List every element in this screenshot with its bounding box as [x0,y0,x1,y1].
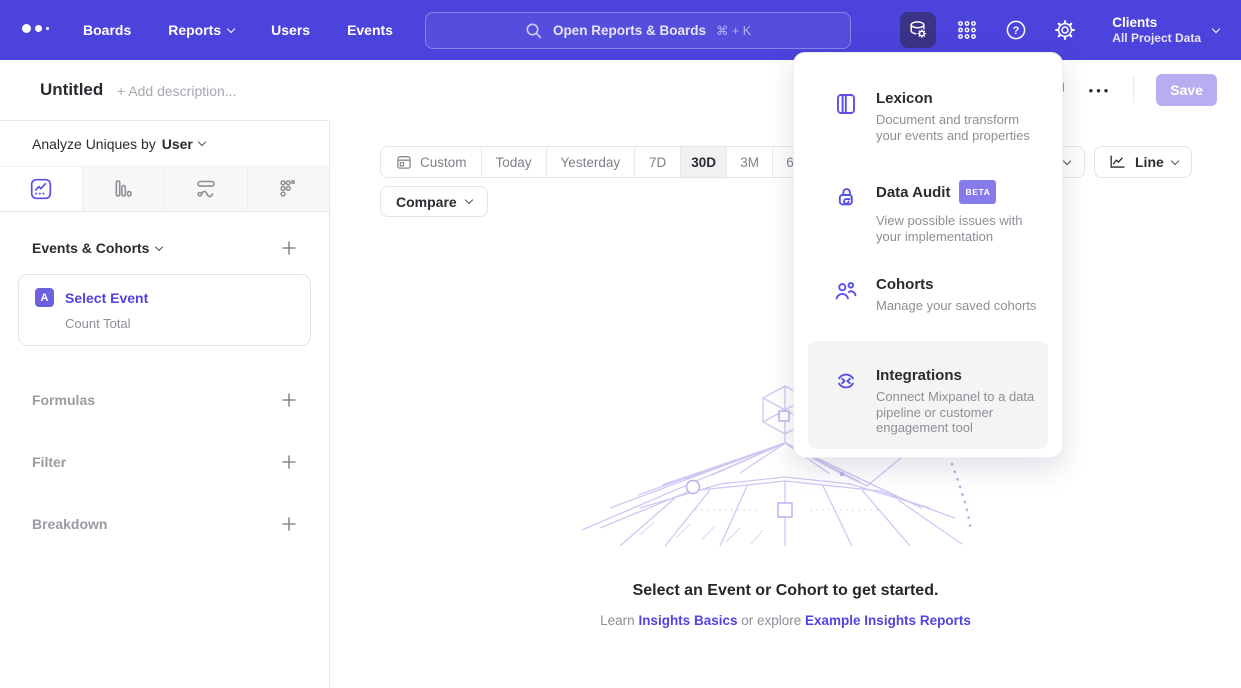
range-today[interactable]: Today [481,147,546,177]
plus-icon [281,392,297,408]
nav-item-users[interactable]: Users [271,22,310,38]
calendar-icon [395,153,413,171]
help-button[interactable]: ? [998,12,1034,48]
help-icon: ? [1004,18,1028,42]
metrics-grid-icon [276,177,300,201]
event-card[interactable]: A Select Event Count Total [18,274,311,346]
add-filter-button[interactable] [281,454,297,470]
nav-item-reports[interactable]: Reports [168,22,234,38]
add-event-button[interactable] [281,240,297,256]
filter-label: Filter [32,454,66,470]
main-menu: Boards Reports Users Events [83,0,393,60]
menu-item-lexicon[interactable]: Lexicon Document and transform your even… [808,89,1048,173]
menu-item-data-audit[interactable]: Data Audit BETA View possible issues wit… [808,180,1048,270]
line-chart-icon [29,177,53,201]
global-search-input[interactable]: Open Reports & Boards ⌘ + K [425,12,851,49]
event-letter-badge: A [35,288,54,307]
analyze-row: Analyze Uniques by User [0,121,329,166]
apps-grid-button[interactable] [949,12,985,48]
range-3m[interactable]: 3M [726,147,772,177]
subtitle-text: or explore [737,613,805,628]
cohorts-people-icon [834,279,858,303]
lexicon-book-icon [834,92,858,116]
empty-state-title: Select an Event or Cohort to get started… [330,582,1241,600]
nav-item-boards[interactable]: Boards [83,22,131,38]
query-builder-sidebar: Analyze Uniques by User [0,120,330,688]
plus-icon [281,516,297,532]
top-nav: Boards Reports Users Events Open Reports… [0,0,1241,60]
menu-item-cohorts[interactable]: Cohorts Manage your saved cohorts [808,275,1048,337]
chevron-down-icon [1212,24,1220,32]
count-total-dropdown[interactable]: Count Total [65,316,294,331]
breakdown-section: Breakdown [0,516,329,532]
analyze-by-dropdown[interactable]: User [162,136,205,152]
subtitle-text: Learn [600,613,638,628]
report-actions: ••• Save [1045,60,1217,120]
add-description-field[interactable]: + Add description... [117,83,236,99]
beta-badge: BETA [959,180,996,204]
events-cohorts-toggle[interactable]: Events & Cohorts [32,240,162,256]
analyze-label: Analyze Uniques by [32,136,156,152]
data-governance-icon [906,18,930,42]
mixpanel-logo[interactable] [22,24,49,33]
data-management-menu: Lexicon Document and transform your even… [793,52,1063,458]
tab-bar-chart[interactable] [82,167,165,211]
nav-right-cluster: ? Clients All Projec [900,0,1241,60]
project-switcher[interactable]: Clients All Project Data [1112,14,1219,46]
chart-type-dropdown[interactable]: Line [1094,146,1192,178]
range-custom[interactable]: Custom [381,147,481,177]
menu-item-integrations[interactable]: Integrations Connect Mixpanel to a data … [808,341,1048,449]
filter-section: Filter [0,454,329,470]
search-placeholder: Open Reports & Boards [553,23,706,38]
chevron-down-icon [155,242,163,250]
tab-line-chart[interactable] [0,167,82,211]
compare-dropdown[interactable]: Compare [380,186,488,217]
data-audit-icon [834,185,858,209]
integrations-sync-icon [834,369,858,393]
chevron-down-icon [198,138,206,146]
range-7d[interactable]: 7D [634,147,680,177]
settings-button[interactable] [1047,12,1083,48]
plus-icon [281,240,297,256]
range-30d[interactable]: 30D [680,147,726,177]
chevron-down-icon [1171,156,1179,164]
flow-icon [194,177,218,201]
chart-type-tabs [0,166,329,212]
svg-text:?: ? [1013,25,1020,37]
add-breakdown-button[interactable] [281,516,297,532]
tab-flow[interactable] [164,167,247,211]
project-name: All Project Data [1112,31,1201,46]
search-shortcut: ⌘ + K [716,23,751,38]
chevron-down-icon [464,196,472,204]
save-button[interactable]: Save [1156,74,1217,106]
chevron-down-icon [1062,156,1070,164]
add-formula-button[interactable] [281,392,297,408]
data-governance-button[interactable] [900,12,936,48]
org-name: Clients [1112,14,1201,31]
insights-basics-link[interactable]: Insights Basics [638,613,737,628]
breakdown-label: Breakdown [32,516,107,532]
nav-item-events[interactable]: Events [347,22,393,38]
empty-state-subtitle: Learn Insights Basics or explore Example… [330,613,1241,628]
settings-gear-icon [1053,18,1077,42]
line-chart-icon [1108,153,1127,172]
tab-metrics[interactable] [247,167,330,211]
select-event-button[interactable]: Select Event [65,290,148,306]
more-options-button[interactable]: ••• [1089,83,1112,98]
range-yesterday[interactable]: Yesterday [546,147,635,177]
apps-grid-icon [955,18,979,42]
mixpanel-insights-app: Boards Reports Users Events Open Reports… [0,0,1241,688]
report-title[interactable]: Untitled [40,80,103,100]
divider [1133,77,1134,103]
events-cohorts-header: Events & Cohorts [0,240,329,256]
bar-chart-icon [111,177,135,201]
formulas-label: Formulas [32,392,95,408]
search-icon [525,22,543,40]
chevron-down-icon [227,24,235,32]
chart-area: Custom Today Yesterday 7D 30D 3M 6M 12M … [330,120,1241,688]
formulas-section: Formulas [0,392,329,408]
plus-icon [281,454,297,470]
example-insights-reports-link[interactable]: Example Insights Reports [805,613,971,628]
